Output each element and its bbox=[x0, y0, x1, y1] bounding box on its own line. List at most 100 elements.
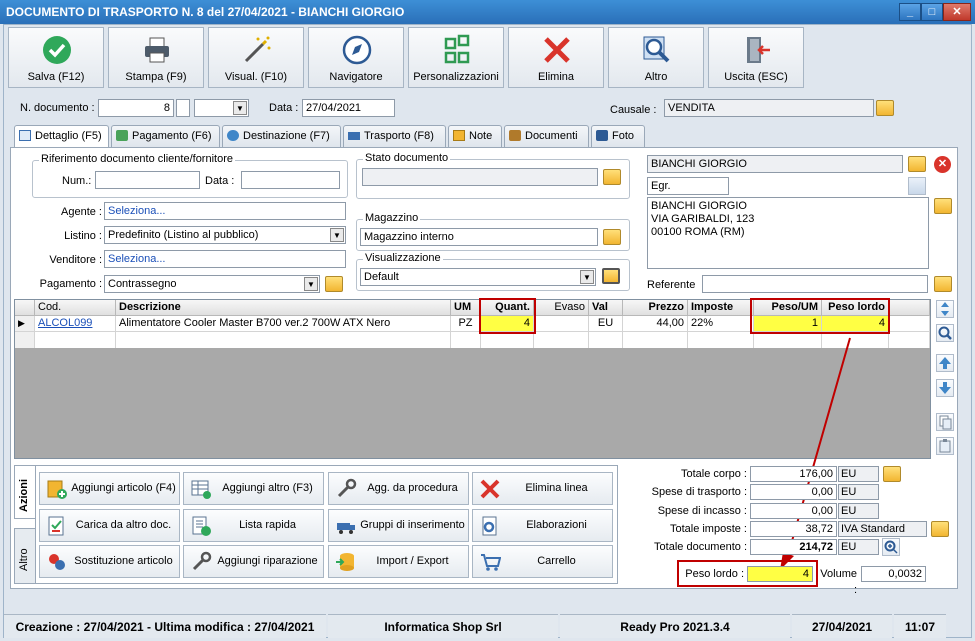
doc-number-input[interactable]: 8 bbox=[98, 99, 174, 117]
exit-button[interactable]: Uscita (ESC) bbox=[708, 27, 804, 88]
cell-evaso[interactable] bbox=[534, 316, 589, 332]
tab-documenti[interactable]: Documenti bbox=[504, 125, 589, 147]
folder-icon[interactable] bbox=[934, 276, 952, 292]
empty-cell[interactable] bbox=[889, 332, 930, 348]
date-input[interactable]: 27/04/2021 bbox=[302, 99, 395, 117]
processing-button[interactable]: Elaborazioni bbox=[472, 509, 613, 542]
cell-val[interactable]: EU bbox=[589, 316, 623, 332]
col-evaso[interactable]: Evaso bbox=[534, 300, 589, 316]
cell-cod[interactable]: ALCOL099 bbox=[35, 316, 116, 332]
col-val[interactable]: Val bbox=[589, 300, 623, 316]
save-button[interactable]: Salva (F12) bbox=[8, 27, 104, 88]
folder-icon[interactable] bbox=[602, 268, 620, 284]
delete-button[interactable]: Elimina bbox=[508, 27, 604, 88]
maximize-button[interactable]: □ bbox=[921, 3, 943, 21]
folder-icon[interactable] bbox=[931, 521, 949, 537]
minimize-button[interactable]: _ bbox=[899, 3, 921, 21]
tab-dettaglio[interactable]: Dettaglio (F5) bbox=[14, 125, 109, 148]
quick-list-button[interactable]: Lista rapida bbox=[183, 509, 324, 542]
col-um[interactable]: UM bbox=[451, 300, 481, 316]
agente-select[interactable]: Seleziona... bbox=[104, 202, 346, 220]
folder-icon[interactable] bbox=[883, 466, 901, 482]
insert-groups-button[interactable]: Gruppi di inserimento bbox=[328, 509, 469, 542]
folder-icon[interactable] bbox=[325, 276, 343, 292]
folder-icon[interactable] bbox=[603, 229, 621, 245]
empty-cell[interactable] bbox=[688, 332, 754, 348]
spese-trasporto-value[interactable]: 0,00 bbox=[750, 484, 837, 500]
clear-client-icon[interactable]: ✕ bbox=[934, 156, 951, 173]
navigator-button[interactable]: Navigatore bbox=[308, 27, 404, 88]
referente-input[interactable] bbox=[702, 275, 928, 293]
cart-button[interactable]: Carrello bbox=[472, 545, 613, 578]
tab-pagamento[interactable]: Pagamento (F6) bbox=[111, 125, 220, 147]
zoom-icon[interactable] bbox=[882, 538, 900, 556]
folder-icon[interactable] bbox=[876, 100, 894, 116]
pagamento-combo[interactable]: Contrassegno ▼ bbox=[104, 275, 320, 293]
tab-note[interactable]: Note bbox=[448, 125, 502, 147]
close-window-button[interactable]: ✕ bbox=[943, 3, 971, 21]
empty-cell[interactable] bbox=[623, 332, 688, 348]
cliente-name-input[interactable]: BIANCHI GIORGIO bbox=[647, 155, 903, 173]
load-from-doc-button[interactable]: Carica da altro doc. bbox=[39, 509, 180, 542]
tab-foto[interactable]: Foto bbox=[591, 125, 645, 147]
folder-icon[interactable] bbox=[934, 198, 952, 214]
listino-combo[interactable]: Predefinito (Listino al pubblico) ▼ bbox=[104, 226, 346, 244]
reorder-icon[interactable] bbox=[936, 300, 954, 318]
status-version: Ready Pro 2021.3.4 bbox=[560, 614, 790, 638]
cliente-title-input[interactable]: Egr. bbox=[647, 177, 729, 195]
peso-lordo-value[interactable]: 4 bbox=[747, 566, 813, 582]
empty-cell[interactable] bbox=[35, 332, 116, 348]
person-card-icon[interactable] bbox=[908, 177, 926, 195]
visualizzazione-combo[interactable]: Default ▼ bbox=[360, 268, 596, 286]
swap-icon bbox=[49, 554, 65, 570]
empty-cell[interactable] bbox=[481, 332, 534, 348]
add-other-button[interactable]: Aggiungi altro (F3) bbox=[183, 472, 324, 505]
stato-input[interactable] bbox=[362, 168, 598, 186]
causale-input[interactable]: VENDITA bbox=[664, 99, 874, 117]
col-prezzo[interactable]: Prezzo bbox=[623, 300, 688, 316]
delete-line-button[interactable]: Elimina linea bbox=[472, 472, 613, 505]
cell-imposte[interactable]: 22% bbox=[688, 316, 754, 332]
paste-icon[interactable] bbox=[936, 437, 954, 455]
empty-cell[interactable] bbox=[116, 332, 451, 348]
ref-num-input[interactable] bbox=[95, 171, 200, 189]
empty-cell[interactable] bbox=[589, 332, 623, 348]
cell-prezzo[interactable]: 44,00 bbox=[623, 316, 688, 332]
add-from-procedure-button[interactable]: Agg. da procedura bbox=[328, 472, 469, 505]
magazzino-input[interactable]: Magazzino interno bbox=[360, 228, 598, 246]
search-icon[interactable] bbox=[936, 324, 954, 342]
folder-icon[interactable] bbox=[603, 169, 621, 185]
col-descrizione[interactable]: Descrizione bbox=[116, 300, 451, 316]
col-imposte[interactable]: Imposte bbox=[688, 300, 754, 316]
spese-incasso-value[interactable]: 0,00 bbox=[750, 503, 837, 519]
tab-destinazione[interactable]: Destinazione (F7) bbox=[222, 125, 341, 147]
import-export-button[interactable]: Import / Export bbox=[328, 545, 469, 578]
cell-um[interactable]: PZ bbox=[451, 316, 481, 332]
preview-button[interactable]: Visual. (F10) bbox=[208, 27, 304, 88]
venditore-select[interactable]: Seleziona... bbox=[104, 250, 346, 268]
cell-descrizione[interactable]: Alimentatore Cooler Master B700 ver.2 70… bbox=[116, 316, 451, 332]
add-article-button[interactable]: Aggiungi articolo (F4) bbox=[39, 472, 180, 505]
print-button[interactable]: Stampa (F9) bbox=[108, 27, 204, 88]
doc-series-combo[interactable]: ▼ bbox=[194, 99, 249, 117]
row-pointer-icon[interactable]: ▶ bbox=[15, 316, 35, 332]
customize-button[interactable]: Personalizzazioni bbox=[408, 27, 504, 88]
volume-value[interactable]: 0,0032 bbox=[861, 566, 926, 582]
doc-suffix-input[interactable] bbox=[176, 99, 190, 117]
add-repair-button[interactable]: Aggiungi riparazione bbox=[183, 545, 324, 578]
empty-row[interactable] bbox=[15, 332, 35, 348]
empty-cell[interactable] bbox=[451, 332, 481, 348]
folder-icon[interactable] bbox=[908, 156, 926, 172]
arrow-down-icon[interactable] bbox=[936, 379, 954, 397]
tab-altro[interactable]: Altro bbox=[14, 528, 36, 584]
cliente-address-box[interactable]: BIANCHI GIORGIO VIA GARIBALDI, 123 00100… bbox=[647, 197, 929, 269]
other-button[interactable]: Altro bbox=[608, 27, 704, 88]
tab-trasporto[interactable]: Trasporto (F8) bbox=[343, 125, 446, 147]
ref-date-input[interactable] bbox=[241, 171, 340, 189]
arrow-up-icon[interactable] bbox=[936, 354, 954, 372]
tab-azioni[interactable]: Azioni bbox=[14, 465, 36, 519]
copy-icon[interactable] bbox=[936, 413, 954, 431]
col-cod[interactable]: Cod. bbox=[35, 300, 116, 316]
replace-article-button[interactable]: Sostituzione articolo bbox=[39, 545, 180, 578]
empty-cell[interactable] bbox=[534, 332, 589, 348]
